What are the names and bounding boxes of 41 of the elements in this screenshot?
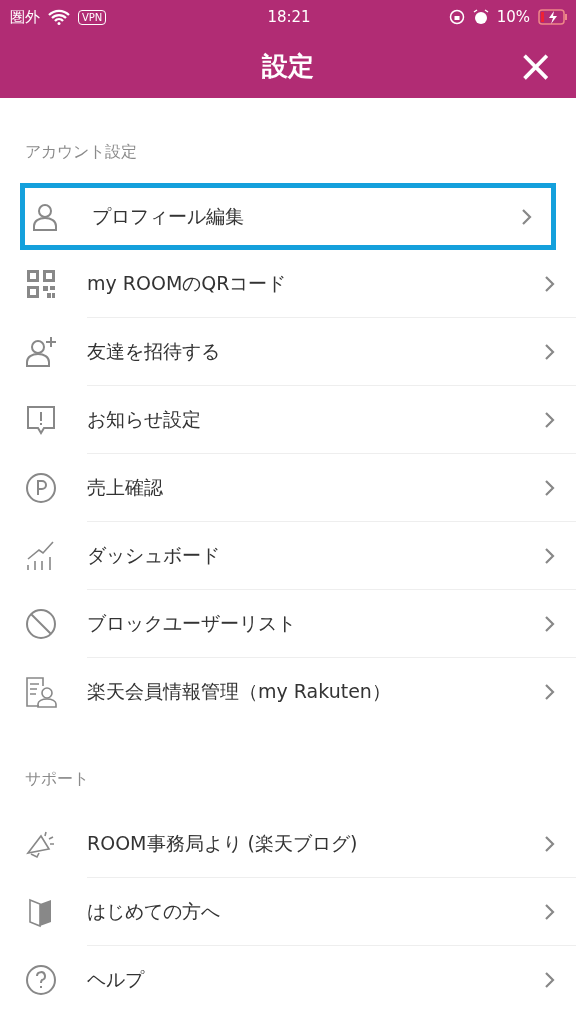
help-icon (25, 963, 57, 996)
clock-time: 18:21 (267, 8, 311, 26)
battery-percent: 10% (496, 8, 530, 26)
settings-item[interactable]: ダッシュボード (0, 522, 576, 589)
bar-chart-icon (25, 539, 57, 572)
settings-item[interactable]: はじめての方へ (0, 878, 576, 945)
chevron-icon (544, 274, 556, 293)
carrier-text: 圏外 (10, 7, 40, 27)
vpn-badge: VPN (78, 9, 107, 25)
settings-item[interactable]: 友達を招待する (0, 318, 576, 385)
notice-icon (25, 403, 57, 436)
chevron-icon (544, 902, 556, 921)
member-card-icon (25, 675, 57, 708)
settings-item[interactable]: お知らせ設定 (0, 386, 576, 453)
chevron-icon (544, 546, 556, 565)
section-title: サポート (24, 768, 90, 790)
chevron-icon (521, 207, 533, 226)
add-person-icon (25, 335, 57, 368)
chevron-icon (544, 682, 556, 701)
settings-item[interactable]: ROOM事務局より (楽天ブログ) (0, 810, 576, 877)
chevron-icon (544, 970, 556, 989)
points-icon (25, 471, 57, 504)
close-button[interactable]: × (515, 46, 556, 86)
chevron-icon (544, 342, 556, 361)
block-icon (25, 607, 57, 640)
settings-item[interactable]: ヘルプ (0, 946, 576, 1013)
qr-code-icon (25, 267, 57, 300)
settings-item[interactable]: ブロックユーザーリスト (0, 590, 576, 657)
settings-item[interactable]: プロフィール編集 (20, 183, 556, 250)
settings-item[interactable]: my ROOMのQRコード (0, 250, 576, 317)
section-title: アカウント設定 (24, 141, 138, 163)
chevron-icon (544, 614, 556, 633)
chevron-icon (544, 478, 556, 497)
wifi-icon (48, 9, 70, 25)
page-title: 設定 (262, 49, 314, 83)
settings-item[interactable]: 売上確認 (0, 454, 576, 521)
settings-item[interactable]: 楽天会員情報管理（my Rakuten） (0, 658, 576, 725)
alarm-icon (472, 9, 489, 25)
chevron-icon (544, 410, 556, 429)
chevron-icon (544, 834, 556, 853)
rotation-lock-icon (448, 9, 465, 25)
